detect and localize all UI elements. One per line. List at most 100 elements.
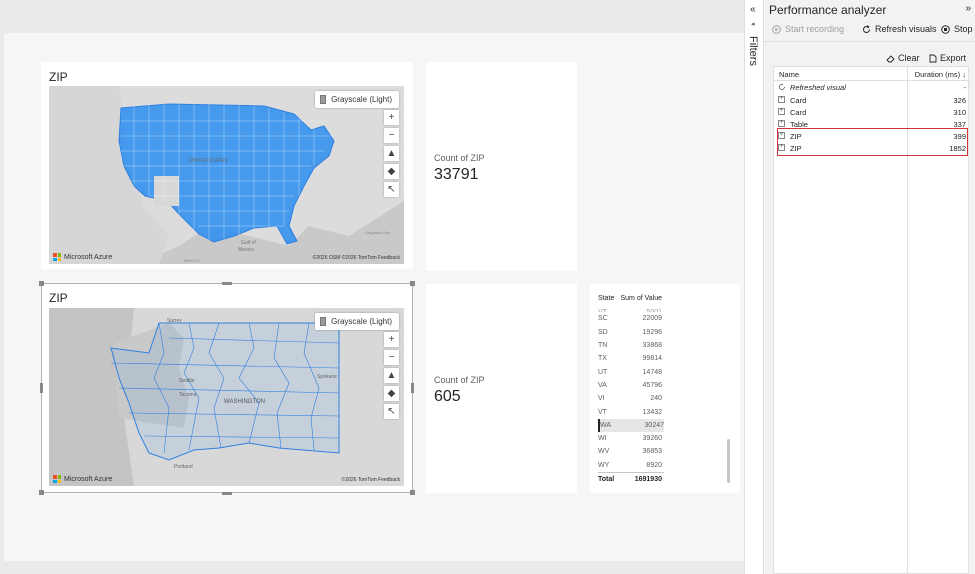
zoom-out-icon[interactable]: − [384, 128, 399, 143]
map-label-mexico-gulf: Mexico [238, 247, 254, 253]
map-controls: + − ▲ ◆ ↖ [384, 110, 399, 197]
map-visual-washington[interactable]: ZIP Surrey Seattle Tacoma WASHINGTON Spo… [41, 283, 413, 493]
row-name: Card [790, 108, 807, 117]
compass-icon[interactable]: ◆ [384, 164, 399, 179]
table-row[interactable]: SD 19296 [598, 326, 664, 339]
table-row[interactable]: VT 5001 [598, 305, 664, 312]
table-row[interactable]: WV 36853 [598, 445, 664, 458]
map-canvas[interactable]: Surrey Seattle Tacoma WASHINGTON Spokane… [49, 308, 404, 486]
map-label-portland: Portland [174, 464, 193, 470]
card-label: Count of ZIP [434, 153, 485, 163]
table-row[interactable]: WY 8920 [598, 459, 664, 472]
export-label: Export [940, 53, 967, 63]
selection-tool-icon[interactable]: ↖ [384, 182, 399, 197]
results-row-refreshed[interactable]: Refreshed visual - [774, 82, 970, 94]
clear-button[interactable]: Clear [886, 53, 920, 63]
azure-logo: Microsoft Azure [53, 475, 112, 483]
table-visual[interactable]: State Sum of Value VT 5001 SC 22009 SD 192… [590, 284, 740, 493]
row-name: Card [790, 96, 807, 105]
map-visual-us[interactable]: ZIP UNITED STATES Gulf of Mexico Sargass… [41, 62, 413, 269]
start-recording-label: Start recording [785, 24, 845, 34]
stop-button[interactable]: Stop [941, 24, 973, 34]
resize-handle-ne[interactable] [410, 281, 415, 286]
map-attribution[interactable]: ©2026 TomTom Feedback [342, 477, 400, 483]
start-recording-button[interactable]: Start recording [772, 24, 844, 34]
expand-icon[interactable]: + [778, 96, 785, 103]
map-label-mexico: MEXICO [184, 258, 200, 263]
zoom-in-icon[interactable]: + [384, 332, 399, 347]
resize-handle-n[interactable] [222, 282, 232, 285]
column-header-duration[interactable]: Duration (ms) ↓ [915, 70, 966, 79]
stop-label: Stop [954, 24, 973, 34]
map-style-picker[interactable]: Grayscale (Light) [315, 313, 399, 330]
compass-icon[interactable]: ◆ [384, 386, 399, 401]
map-controls: + − ▲ ◆ ↖ [384, 332, 399, 419]
tilt-icon[interactable]: ▲ [384, 146, 399, 161]
tilt-icon[interactable]: ▲ [384, 368, 399, 383]
performance-results-table: Name Duration (ms) ↓ Refreshed visual - … [773, 66, 970, 574]
column-header-state[interactable]: State [598, 295, 620, 302]
export-button[interactable]: Export [929, 53, 966, 63]
cell-state: TX [598, 355, 607, 363]
highlight-box [777, 128, 968, 156]
zoom-out-icon[interactable]: − [384, 350, 399, 365]
resize-handle-e[interactable] [411, 383, 414, 393]
table-row[interactable]: SC 22009 [598, 312, 664, 325]
cell-state: VI [598, 395, 605, 403]
column-header-sum[interactable]: Sum of Value [620, 295, 662, 302]
total-label: Total [598, 475, 615, 483]
collapse-pane-icon[interactable]: » [965, 3, 971, 14]
expand-icon[interactable]: + [778, 120, 785, 127]
table-row[interactable]: UT 14748 [598, 365, 664, 378]
resize-handle-se[interactable] [410, 490, 415, 495]
row-name: Refreshed visual [790, 83, 846, 92]
row-duration: 310 [953, 108, 966, 117]
cell-state: WI [598, 435, 607, 443]
pane-title: Performance analyzer [769, 3, 887, 17]
cell-value: 14748 [642, 368, 662, 376]
resize-handle-sw[interactable] [39, 490, 44, 495]
filters-label[interactable]: Filters [747, 36, 759, 66]
map-style-picker[interactable]: Grayscale (Light) [315, 91, 399, 108]
table-row[interactable]: WI 39260 [598, 432, 664, 445]
resize-handle-w[interactable] [40, 383, 43, 393]
row-duration: - [963, 83, 967, 92]
refresh-visuals-button[interactable]: Refresh visuals [862, 24, 937, 34]
zoom-in-icon[interactable]: + [384, 110, 399, 125]
cell-state: WA [600, 421, 612, 429]
toolbar-divider [764, 41, 975, 42]
table-row[interactable]: TN 33868 [598, 339, 664, 352]
table-row[interactable]: VT 13432 [598, 405, 664, 418]
style-swatch-icon [320, 95, 327, 104]
card-visual-bottom[interactable]: Count of ZIP 605 [426, 284, 577, 493]
map-attribution[interactable]: ©2026 OSM ©2026 TomTom Feedback [313, 255, 400, 261]
visual-title: ZIP [49, 291, 68, 305]
card-value: 605 [434, 388, 461, 405]
results-row[interactable]: + Card 310 [774, 107, 970, 119]
resize-handle-s[interactable] [222, 492, 232, 495]
table-row[interactable]: VA 45796 [598, 379, 664, 392]
cell-value: 8920 [646, 461, 662, 469]
resize-handle-nw[interactable] [39, 281, 44, 286]
cell-state: WV [598, 448, 610, 456]
table-row[interactable]: TX 99814 [598, 352, 664, 365]
table-row[interactable]: VI 240 [598, 392, 664, 405]
card-visual-top[interactable]: Count of ZIP 33791 [426, 62, 577, 271]
table-scrollbar[interactable] [727, 439, 730, 483]
results-row[interactable]: + Card 326 [774, 95, 970, 107]
cell-value: 36853 [642, 448, 662, 456]
sort-desc-icon: ↓ [962, 70, 966, 79]
table-header[interactable]: State Sum of Value [598, 292, 664, 305]
export-icon [929, 54, 937, 62]
cell-value: 33868 [642, 342, 662, 350]
map-canvas[interactable]: UNITED STATES Gulf of Mexico Sargasso Se… [49, 86, 404, 264]
filters-pane-collapsed[interactable]: « ◂ Filters [744, 0, 763, 574]
selection-tool-icon[interactable]: ↖ [384, 404, 399, 419]
cell-state: VT [598, 309, 620, 312]
table-row-selected[interactable]: WA 30247 [598, 418, 664, 432]
column-header-name[interactable]: Name [779, 70, 799, 79]
cell-state: VT [598, 408, 607, 416]
collapse-double-chevron-icon[interactable]: « [750, 4, 756, 15]
expand-icon[interactable]: + [778, 108, 785, 115]
expand-chevron-icon[interactable]: ◂ [751, 20, 755, 28]
